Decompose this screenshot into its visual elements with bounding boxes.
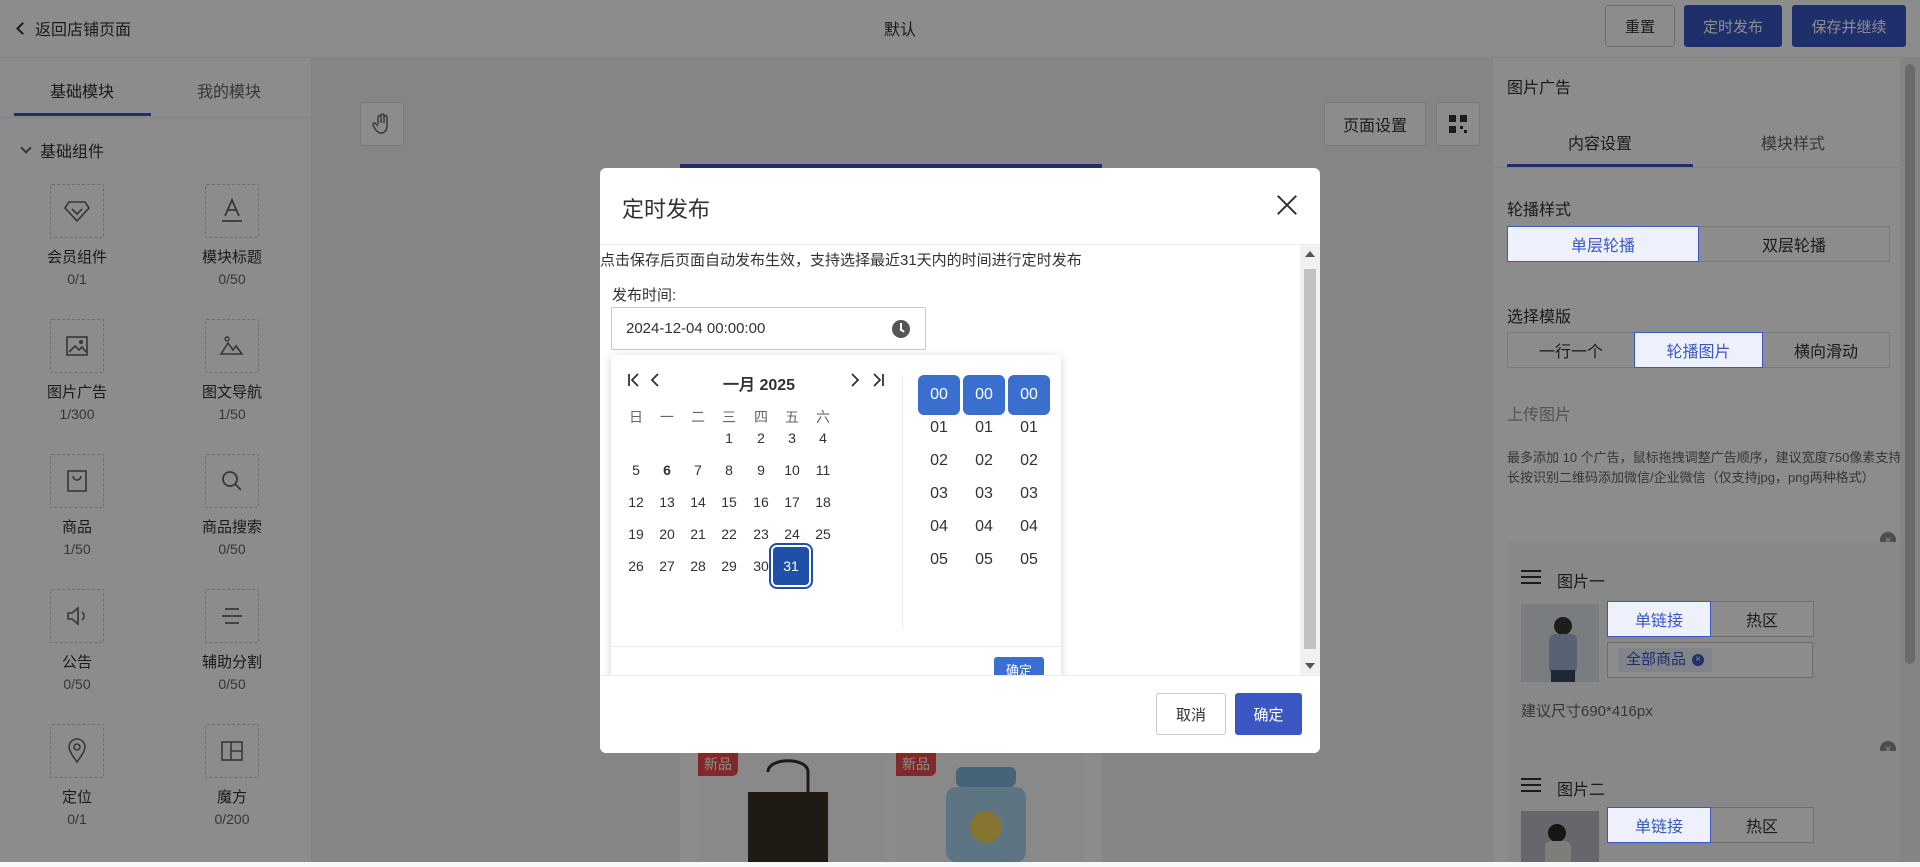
cancel-button[interactable]: 取消 <box>1156 693 1226 735</box>
divider <box>611 646 1061 647</box>
calendar-day[interactable]: 25 <box>804 515 842 553</box>
prev-year-icon[interactable] <box>627 373 641 387</box>
publish-time-value: 2024-12-04 00:00:00 <box>626 320 766 337</box>
picker-confirm-button[interactable]: 确定 <box>994 657 1044 675</box>
dialog-body: 点击保存后页面自动发布生效，支持选择最近31天内的时间进行定时发布 发布时间: … <box>600 244 1320 676</box>
divider <box>902 375 903 629</box>
option-single-link[interactable]: 单链接 <box>1607 807 1711 843</box>
second-option[interactable]: 05 <box>1008 540 1050 580</box>
hour-option[interactable]: 05 <box>918 540 960 580</box>
close-icon[interactable] <box>1274 192 1300 218</box>
publish-time-input[interactable]: 2024-12-04 00:00:00 <box>611 307 926 350</box>
next-month-icon[interactable] <box>849 373 861 387</box>
schedule-publish-dialog: 定时发布 点击保存后页面自动发布生效，支持选择最近31天内的时间进行定时发布 发… <box>600 168 1320 753</box>
next-year-icon[interactable] <box>871 373 885 387</box>
dialog-description: 点击保存后页面自动发布生效，支持选择最近31天内的时间进行定时发布 <box>600 252 1082 269</box>
confirm-button[interactable]: 确定 <box>1235 693 1302 735</box>
publish-time-label: 发布时间: <box>612 287 677 304</box>
option-single-carousel[interactable]: 单层轮播 <box>1507 226 1699 262</box>
calendar-day-selected[interactable]: 31 <box>773 547 809 585</box>
dialog-scrollbar[interactable] <box>1300 245 1320 675</box>
dialog-title: 定时发布 <box>622 197 711 222</box>
month-title: 一月 2025 <box>723 377 796 394</box>
calendar-header: 一月 2025 <box>611 367 901 394</box>
prev-month-icon[interactable] <box>649 373 661 387</box>
option-single-link[interactable]: 单链接 <box>1607 601 1711 637</box>
minute-option[interactable]: 05 <box>963 540 1005 580</box>
option-carousel-image[interactable]: 轮播图片 <box>1634 332 1763 368</box>
datetime-picker: 一月 2025 日一二三四五六 1 2 3 4 5 6 7 8 9 10 11 12 13 14 15 16 1… <box>611 355 1061 675</box>
scroll-up-icon[interactable] <box>1305 251 1315 257</box>
clock-icon <box>892 320 910 338</box>
scroll-down-icon[interactable] <box>1305 663 1315 669</box>
